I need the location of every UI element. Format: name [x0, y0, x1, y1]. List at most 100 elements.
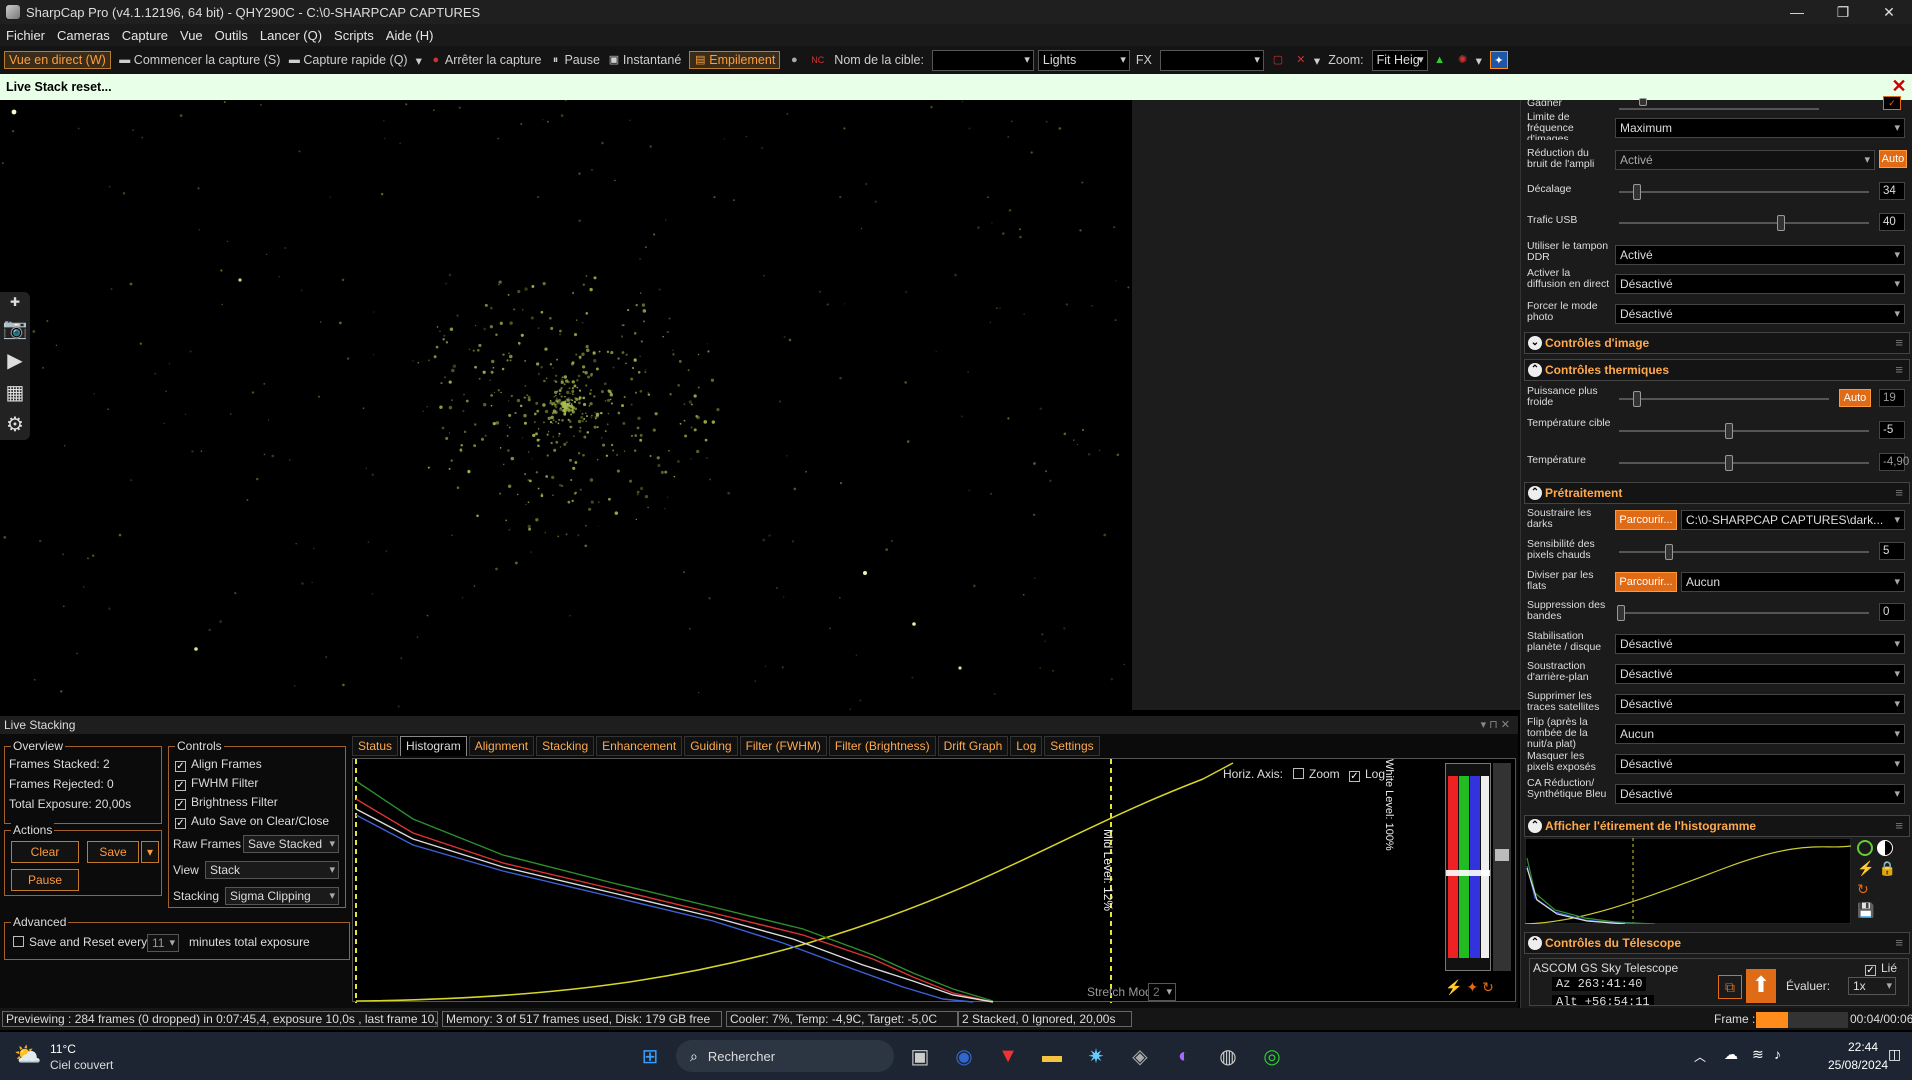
notification-close-icon[interactable]: ✕ [1890, 77, 1908, 95]
stacking-button[interactable]: ▤ Empilement [689, 51, 781, 69]
menu-capture[interactable]: Capture [122, 28, 168, 43]
hot-pixel-slider-knob[interactable] [1665, 544, 1673, 560]
image-viewer[interactable] [0, 100, 1132, 710]
stacking-select[interactable]: Sigma Clipping [225, 887, 339, 905]
gain-slider-knob[interactable] [1639, 98, 1647, 106]
auto-stretch-icon[interactable] [1857, 840, 1873, 856]
telescope-linked-checkbox[interactable]: ✓ Lié [1865, 961, 1897, 976]
tab-drift-graph[interactable]: Drift Graph [937, 736, 1009, 756]
close-button[interactable]: ✕ [1866, 0, 1912, 24]
tab-histogram[interactable]: Histogram [400, 736, 467, 756]
tab-stacking[interactable]: Stacking [536, 736, 595, 756]
auto-save-checkbox[interactable]: ✓ Auto Save on Clear/Close [175, 814, 329, 829]
menu-lancer[interactable]: Lancer (Q) [260, 28, 322, 43]
flats-browse-button[interactable]: Parcourir... [1615, 572, 1677, 592]
notifications-icon[interactable]: ◫ [1888, 1046, 1901, 1063]
flip-select[interactable]: Aucun [1615, 724, 1905, 744]
menu-cameras[interactable]: Cameras [57, 28, 110, 43]
gallery-icon[interactable]: ▦ [0, 376, 30, 408]
task-view-icon[interactable]: ▣ [904, 1040, 936, 1072]
fx-select[interactable] [1159, 49, 1264, 71]
chevron-up-icon[interactable]: ⌃ [1528, 819, 1542, 833]
chevron-up-icon[interactable]: ⌃ [1528, 486, 1542, 500]
frame-rate-limit-select[interactable]: Maximum [1615, 118, 1905, 138]
lightning-icon[interactable]: ⚡ [1445, 979, 1462, 996]
menu-scripts[interactable]: Scripts [334, 28, 374, 43]
background-sub-select[interactable]: Désactivé [1615, 664, 1905, 684]
banding-slider-knob[interactable] [1617, 605, 1625, 621]
cooler-power-slider[interactable] [1619, 391, 1829, 407]
red-level-bar[interactable] [1448, 776, 1458, 958]
save-options-chevron-icon[interactable]: ▾ [141, 841, 159, 863]
log-checkbox[interactable]: ✓ Log [1349, 767, 1385, 782]
tab-log[interactable]: Log [1010, 736, 1043, 756]
start-capture-button[interactable]: ▬ Commencer la capture (S) [119, 53, 280, 67]
lightning-icon[interactable]: ⚡ [1857, 860, 1874, 877]
level-sliders[interactable] [1445, 763, 1491, 971]
banding-slider[interactable] [1617, 605, 1869, 621]
zoom-select[interactable]: Fit Heig [1371, 49, 1428, 71]
lock-icon[interactable]: 🔒 [1878, 860, 1895, 877]
chevron-down-icon[interactable]: ⌄ [1528, 336, 1542, 350]
zoom-checkbox[interactable]: Zoom [1293, 767, 1340, 781]
mask-pixels-select[interactable]: Désactivé [1615, 754, 1905, 774]
roi-icon[interactable]: ▢ [1272, 54, 1287, 66]
file-explorer-icon[interactable]: ▬ [1036, 1040, 1068, 1072]
target-temp-slider[interactable] [1619, 423, 1869, 439]
live-view-button[interactable]: Vue en direct (W) [4, 51, 111, 69]
tab-alignment[interactable]: Alignment [468, 736, 535, 756]
record-icon[interactable]: ● [788, 54, 803, 66]
preprocessing-section[interactable]: ⌃ Prétraitement ≡ [1524, 482, 1910, 504]
clear-button[interactable]: Clear [11, 841, 79, 863]
tab-status[interactable]: Status [352, 736, 399, 756]
minutes-stepper[interactable]: 11 [147, 934, 179, 952]
frame-type-select[interactable]: Lights [1037, 49, 1130, 71]
hot-pixel-value[interactable]: 5 [1879, 542, 1905, 560]
offset-value[interactable]: 34 [1879, 182, 1905, 200]
align-frames-checkbox[interactable]: ✓ Align Frames [175, 757, 262, 772]
tab-settings[interactable]: Settings [1044, 736, 1100, 756]
app-icon-a[interactable]: ◈ [1124, 1040, 1156, 1072]
pause-stacking-button[interactable]: Pause [11, 869, 79, 891]
histogram-stretch-section[interactable]: ⌃ Afficher l'étirement de l'histogramme … [1524, 815, 1910, 837]
hamburger-icon[interactable]: ≡ [1895, 485, 1903, 500]
gear-icon[interactable]: ⚙ [0, 408, 30, 440]
amp-noise-auto-button[interactable]: Auto [1879, 150, 1907, 168]
menu-aide[interactable]: Aide (H) [386, 28, 434, 43]
raw-frames-select[interactable]: Save Stacked [243, 835, 339, 853]
phd2-icon[interactable]: ◎ [1256, 1040, 1288, 1072]
camera-icon[interactable]: 📷 [0, 312, 30, 344]
brightness-filter-checkbox[interactable]: ✓ Brightness Filter [175, 795, 278, 810]
level-scrollbar[interactable] [1493, 763, 1511, 971]
taskbar-search[interactable]: ⌕ Rechercher [676, 1040, 894, 1072]
onedrive-icon[interactable]: ☁ [1724, 1046, 1738, 1063]
tab-guiding[interactable]: Guiding [684, 736, 738, 756]
menu-vue[interactable]: Vue [180, 28, 203, 43]
cooler-power-auto-button[interactable]: Auto [1839, 389, 1871, 407]
contrast-icon[interactable] [1877, 840, 1893, 856]
chevron-down-icon[interactable]: ▾ [416, 53, 422, 68]
tray-chevron-icon[interactable]: ︿ [1694, 1048, 1706, 1065]
stop-capture-button[interactable]: ● Arrêter la capture [430, 53, 542, 67]
sharpcap-taskbar-icon[interactable]: ✷ [1080, 1040, 1112, 1072]
focus-assist-icon[interactable]: ✺ ▾ [1457, 53, 1482, 68]
quick-capture-button[interactable]: ▬ Capture rapide (Q) ▾ [288, 53, 422, 68]
menu-fichier[interactable]: Fichier [6, 28, 45, 43]
offset-slider[interactable] [1619, 184, 1869, 200]
weather-icon[interactable]: ⛅ [14, 1042, 41, 1068]
tab-enhancement[interactable]: Enhancement [596, 736, 683, 756]
save-reset-checkbox[interactable]: Save and Reset every [13, 935, 147, 949]
save-button[interactable]: Save [87, 841, 139, 863]
stellarium-icon[interactable]: ◐ [1168, 1040, 1200, 1072]
sparkle-icon[interactable]: ✦ [1466, 979, 1478, 996]
minimize-button[interactable]: — [1774, 0, 1820, 24]
ca-reduction-select[interactable]: Désactivé [1615, 784, 1905, 804]
pin-icon[interactable]: ✚ [0, 292, 30, 312]
pause-button[interactable]: ⏸ Pause [549, 53, 600, 67]
darks-file-select[interactable]: C:\0-SHARPCAP CAPTURES\dark... [1681, 510, 1905, 530]
tab-filter-brightness[interactable]: Filter (Brightness) [828, 736, 936, 756]
slew-up-button[interactable]: ⬆ [1746, 969, 1776, 1003]
usb-traffic-slider-knob[interactable] [1777, 215, 1785, 231]
hamburger-icon[interactable]: ≡ [1895, 362, 1903, 377]
vivaldi-icon[interactable]: ▼ [992, 1040, 1024, 1072]
